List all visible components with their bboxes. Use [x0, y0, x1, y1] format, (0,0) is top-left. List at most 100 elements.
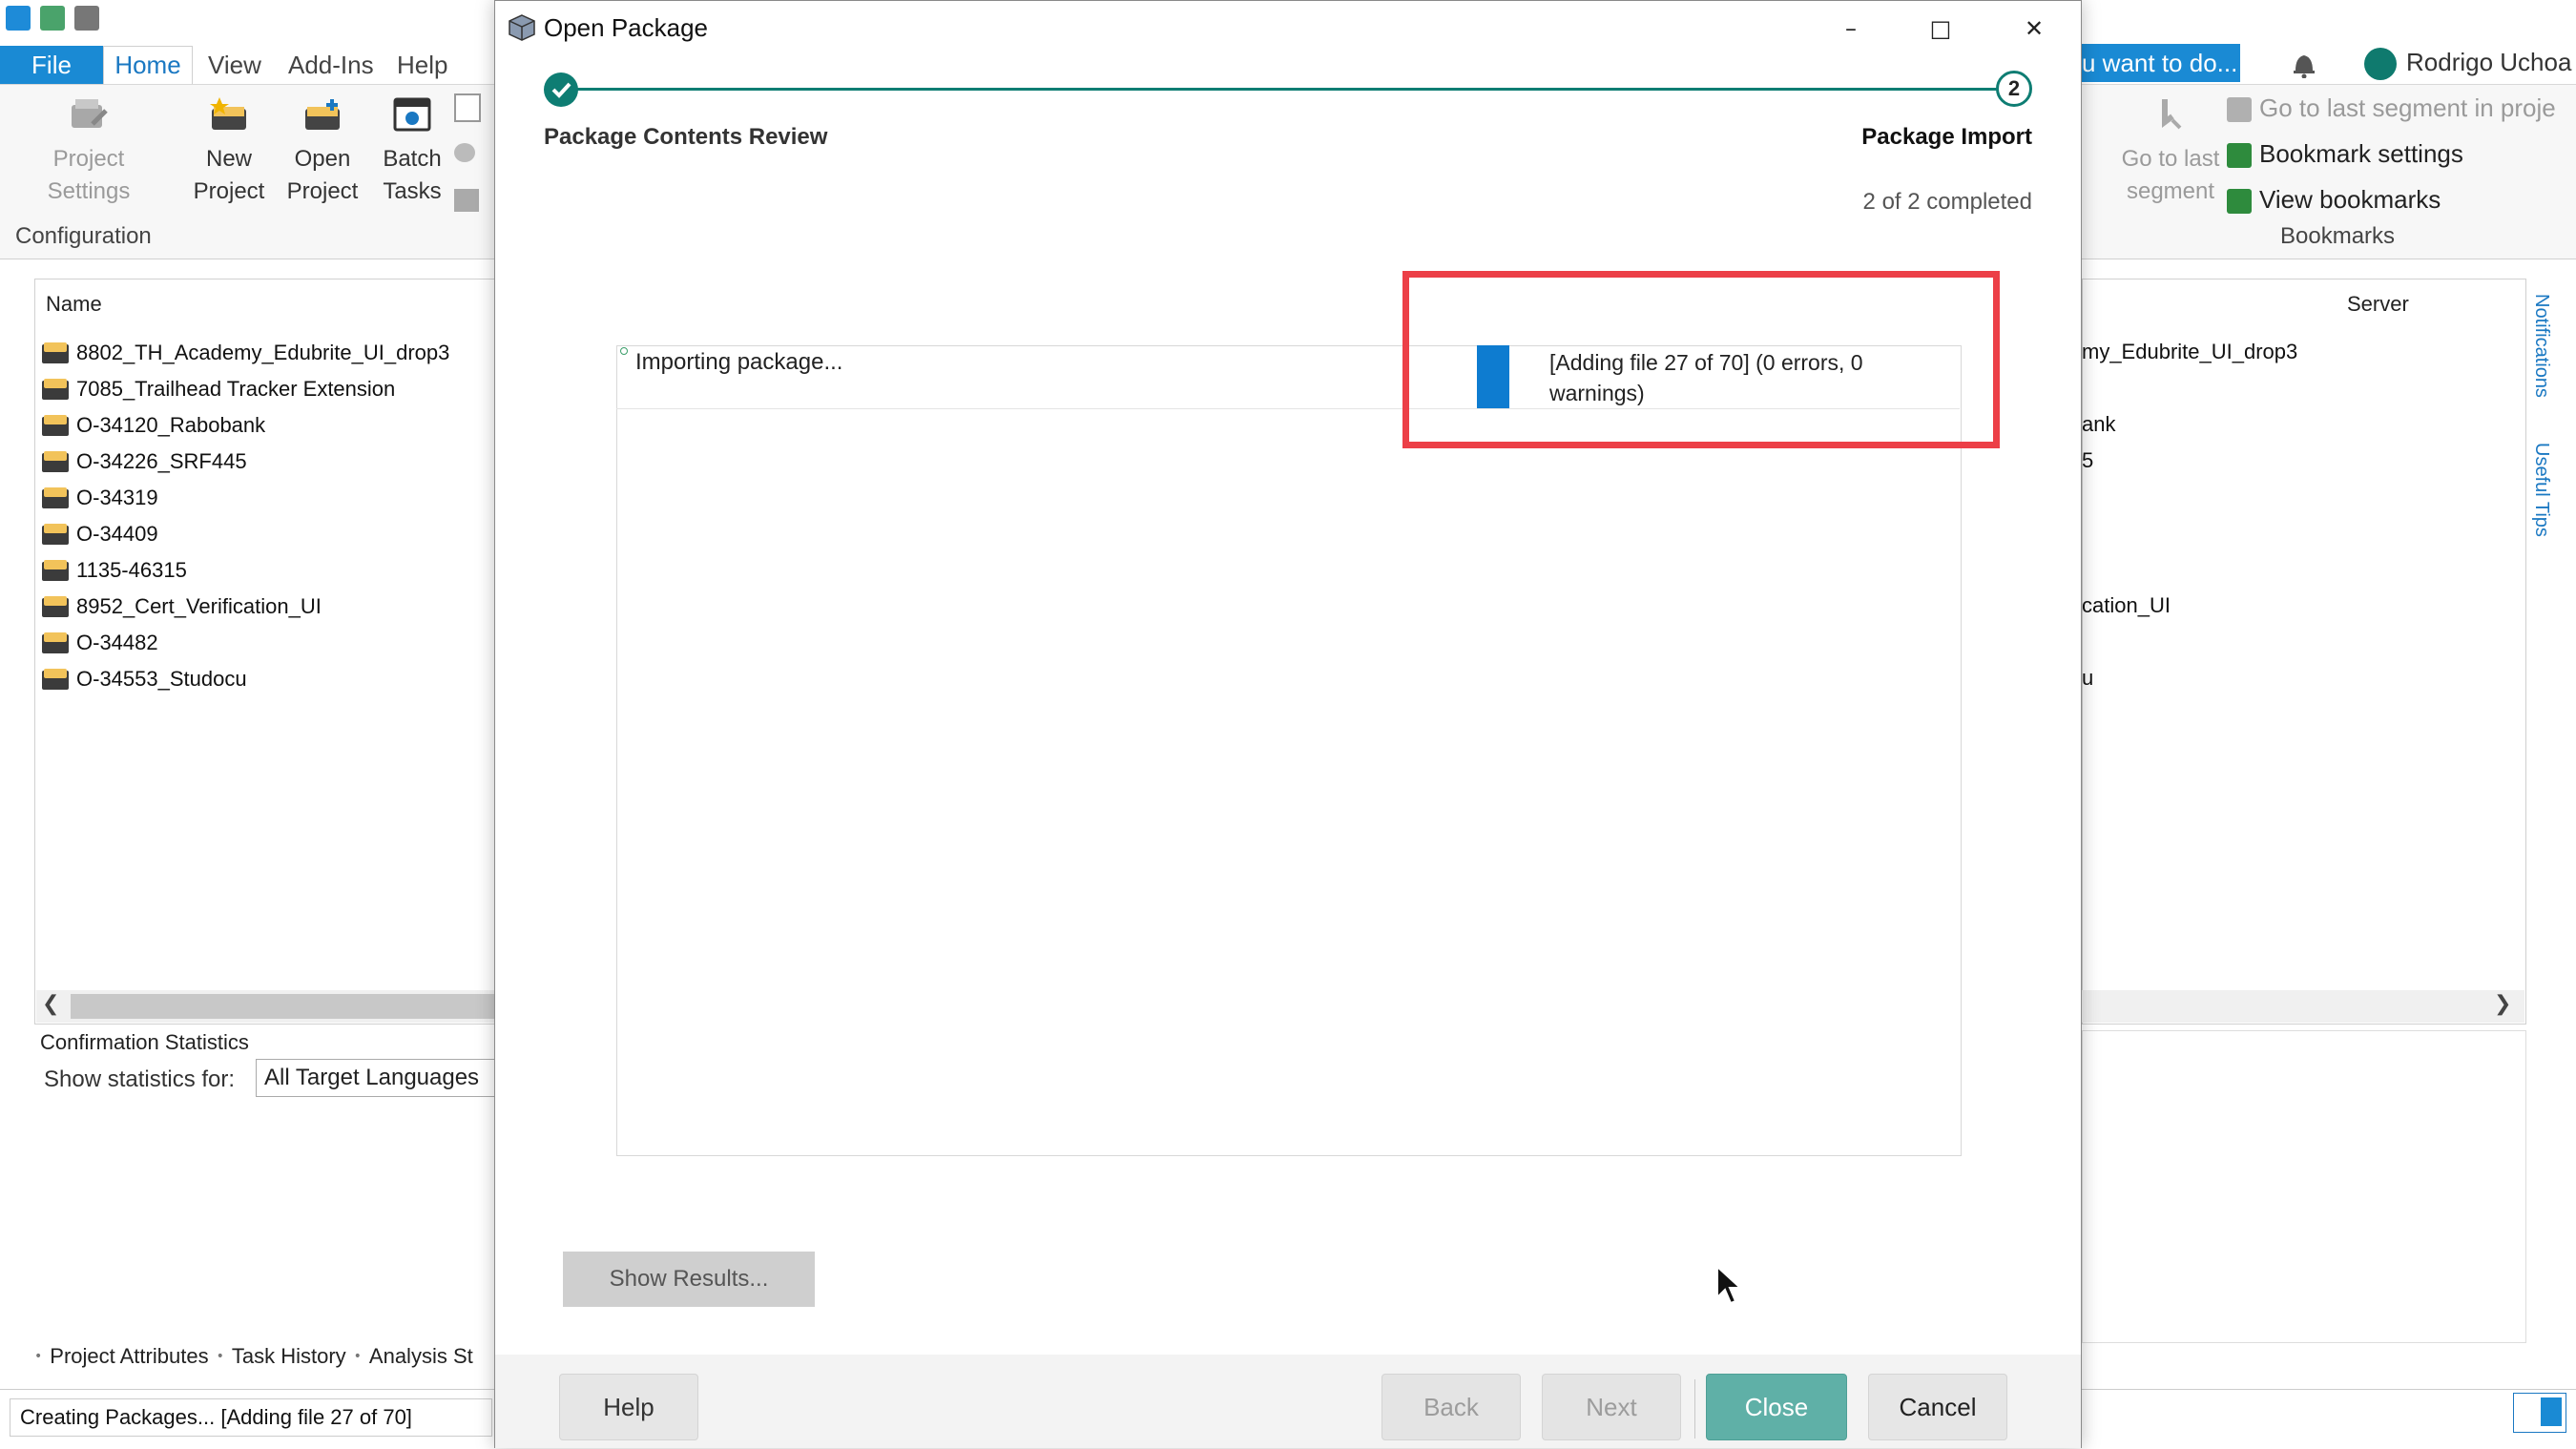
user-name[interactable]: Rodrigo Uchoa — [2406, 48, 2571, 77]
open-icon[interactable] — [40, 6, 65, 31]
horizontal-scrollbar-right[interactable] — [2082, 990, 2524, 1023]
show-results-button[interactable]: Show Results... — [563, 1252, 815, 1307]
group-configuration-label: Configuration — [15, 223, 152, 249]
bookmark-settings-label: Bookmark settings — [2259, 139, 2463, 168]
next-button[interactable]: Next — [1542, 1374, 1681, 1440]
group-bookmarks-label: Bookmarks — [2280, 223, 2396, 249]
folder-icon — [42, 632, 69, 653]
mouse-cursor-icon — [1715, 1264, 1744, 1307]
list-item[interactable]: 8802_TH_Academy_Edubrite_UI_drop3 — [42, 336, 449, 370]
help-button[interactable]: Help — [559, 1374, 698, 1440]
project-name: O-34553_Studocu — [76, 667, 247, 691]
footer-divider — [1694, 1379, 1695, 1439]
go-to-last-in-project-button[interactable]: Go to last segment in proje — [2227, 93, 2556, 123]
view-bookmarks-button[interactable]: View bookmarks — [2227, 185, 2441, 215]
project-name: O-34319 — [76, 486, 158, 509]
target-language-select[interactable]: All Target Languages — [256, 1059, 496, 1097]
tab-task-history[interactable]: Task History — [232, 1344, 346, 1369]
list-item[interactable]: O-34319 — [42, 481, 158, 515]
tab-help[interactable]: Help — [397, 46, 447, 84]
project-settings-icon — [68, 95, 110, 134]
save-icon[interactable] — [74, 6, 99, 31]
batch-tasks-icon — [391, 95, 433, 134]
tab-add-ins[interactable]: Add-Ins — [288, 46, 374, 84]
completed-counter: 2 of 2 completed — [1862, 189, 2032, 215]
close-icon[interactable]: ✕ — [2015, 13, 2053, 44]
task-status-icon — [620, 347, 628, 355]
scrollbar-thumb[interactable] — [71, 994, 496, 1019]
scroll-right-icon[interactable]: ❯ — [2494, 992, 2511, 1016]
open-project-label-2: Project — [286, 178, 359, 204]
list-item[interactable]: 8952_Cert_Verification_UI — [42, 590, 322, 624]
bell-icon[interactable] — [2292, 50, 2316, 79]
column-header-server[interactable]: Server — [2347, 292, 2409, 317]
tab-project-attributes[interactable]: Project Attributes — [50, 1344, 208, 1369]
view-bookmarks-icon — [2227, 189, 2252, 215]
tell-me-search[interactable]: u want to do... — [2076, 44, 2240, 82]
list-item[interactable]: O-34120_Rabobank — [42, 408, 265, 443]
close-button[interactable]: Close — [1706, 1374, 1847, 1440]
minimize-icon[interactable]: – — [1832, 13, 1870, 44]
project-settings-button[interactable]: Project Settings — [29, 95, 149, 208]
back-button[interactable]: Back — [1381, 1374, 1521, 1440]
status-text: Creating Packages... [Adding file 27 of … — [10, 1398, 492, 1437]
folder-icon — [42, 415, 69, 436]
list-item[interactable]: 7085_Trailhead Tracker Extension — [42, 372, 395, 406]
file-menu-button[interactable]: File — [0, 46, 103, 84]
batch-tasks-button[interactable]: Batch Tasks — [368, 95, 456, 208]
package-icon — [508, 13, 536, 42]
folder-icon — [42, 342, 69, 363]
new-project-button[interactable]: New Project — [181, 95, 277, 208]
list-item-fragment: 5 — [2082, 448, 2094, 472]
tab-home[interactable]: Home — [103, 46, 193, 84]
project-name: 8952_Cert_Verification_UI — [76, 594, 322, 618]
layout-toggle-icon[interactable] — [2513, 1393, 2566, 1433]
list-item[interactable]: O-34553_Studocu — [42, 662, 247, 696]
open-project-label-1: Open — [294, 146, 351, 172]
app-logo-icon[interactable] — [6, 6, 31, 31]
go-to-last-segment-label-2: segment — [2126, 178, 2215, 204]
list-item[interactable]: O-34409 — [42, 517, 158, 551]
column-header-name[interactable]: Name — [46, 292, 102, 317]
avatar[interactable] — [2364, 48, 2397, 80]
side-tabs: Notifications Useful Tips — [2526, 279, 2557, 565]
tab-analysis[interactable]: Analysis St — [369, 1344, 473, 1369]
dialog-title: Open Package — [544, 13, 709, 42]
log-task-name: Importing package... — [635, 349, 843, 375]
tab-bullet-icon: • — [34, 1349, 43, 1364]
tab-bullet-icon: • — [216, 1349, 224, 1364]
new-project-label-2: Project — [193, 178, 265, 204]
project-settings-label-2: Settings — [47, 178, 131, 204]
cancel-button[interactable]: Cancel — [1868, 1374, 2007, 1440]
project-name: 8802_TH_Academy_Edubrite_UI_drop3 — [76, 341, 450, 364]
project-name: 1135-46315 — [76, 558, 187, 582]
statistics-panel-right — [2082, 1030, 2526, 1343]
tab-useful-tips[interactable]: Useful Tips — [2530, 443, 2552, 537]
confirmation-statistics-title: Confirmation Statistics — [40, 1030, 249, 1054]
view-bookmarks-label: View bookmarks — [2259, 185, 2441, 214]
tab-notifications[interactable]: Notifications — [2530, 294, 2552, 398]
remove-icon — [454, 189, 479, 212]
new-project-label-1: New — [205, 146, 252, 172]
list-item[interactable]: O-34482 — [42, 626, 158, 660]
maximize-icon[interactable]: □ — [1922, 13, 1960, 44]
quick-access-toolbar — [6, 6, 99, 31]
list-item-fragment: cation_UI — [2082, 593, 2171, 617]
step-complete-check-icon — [544, 72, 578, 107]
open-project-button[interactable]: Open Project — [279, 95, 366, 208]
bottom-tab-strip: • Project Attributes • Task History • An… — [34, 1339, 496, 1374]
go-to-last-in-project-label: Go to last segment in proje — [2259, 93, 2556, 122]
project-settings-label-1: Project — [52, 146, 125, 172]
settings-small-icon — [454, 143, 475, 162]
project-name: O-34409 — [76, 522, 158, 546]
scroll-left-icon[interactable]: ❮ — [42, 992, 59, 1016]
go-to-last-segment-button[interactable]: Go to last segment — [2099, 95, 2242, 208]
list-item[interactable]: O-34226_SRF445 — [42, 445, 247, 479]
folder-icon — [42, 669, 69, 690]
bookmark-arrow-icon — [2227, 97, 2252, 123]
new-project-icon — [208, 95, 250, 134]
tab-view[interactable]: View — [208, 46, 261, 84]
bookmark-settings-button[interactable]: Bookmark settings — [2227, 139, 2463, 169]
project-name: O-34226_SRF445 — [76, 449, 247, 473]
list-item[interactable]: 1135-46315 — [42, 553, 187, 588]
